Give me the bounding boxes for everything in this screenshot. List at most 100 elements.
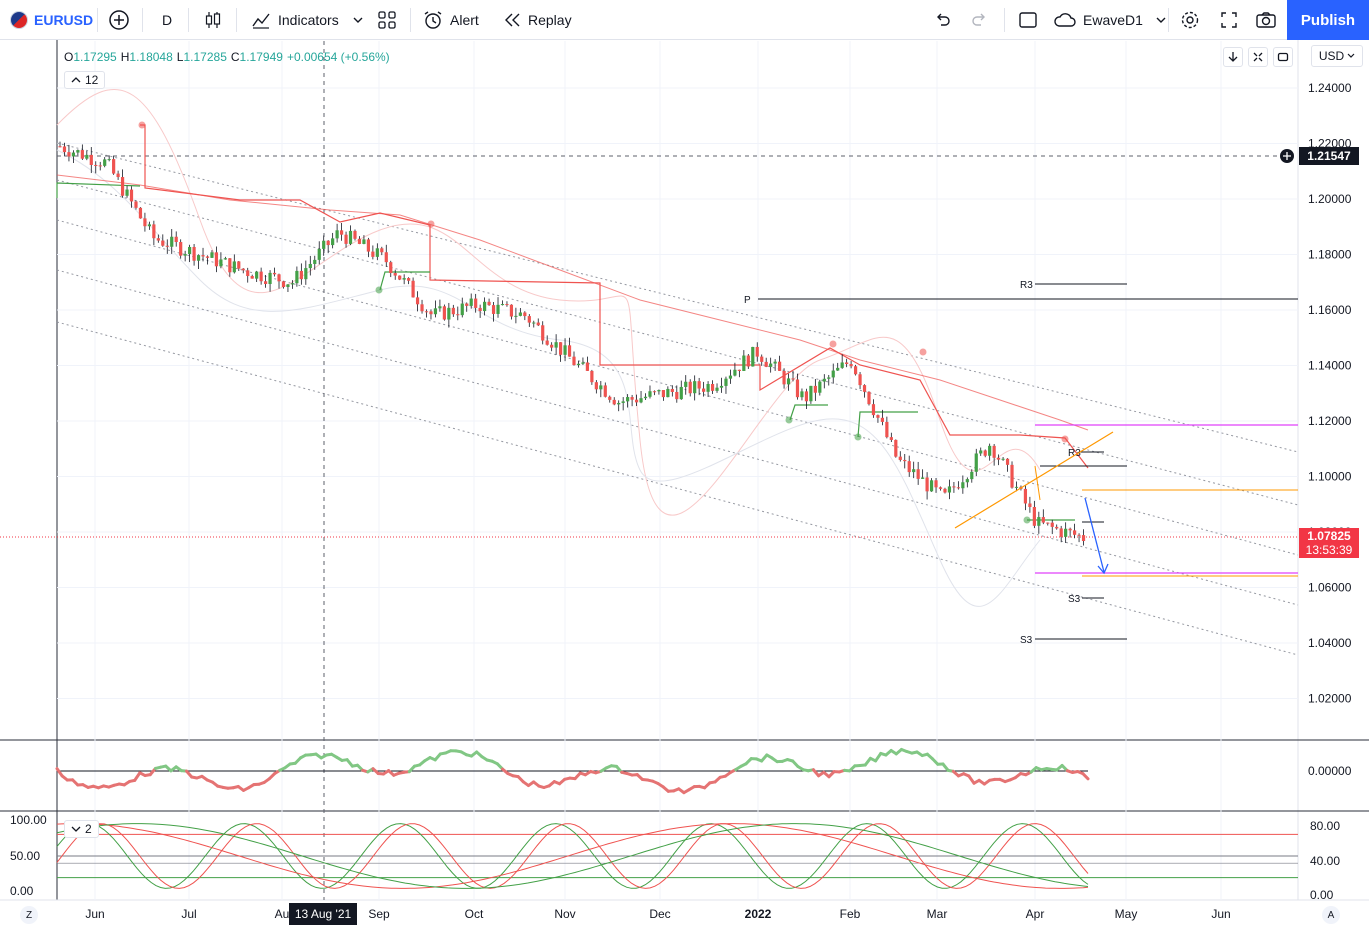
candle-body: [993, 446, 996, 458]
publish-button[interactable]: Publish: [1287, 0, 1369, 40]
candle-body: [148, 224, 151, 226]
candles-icon: [203, 9, 223, 31]
crosshair-price-tag: 1.21547: [1299, 147, 1359, 165]
candle-body: [1042, 517, 1045, 523]
candle-body: [890, 437, 893, 440]
indicators-collapse-button[interactable]: 12: [64, 71, 105, 89]
price-chart[interactable]: 1.240001.220001.200001.180001.160001.140…: [0, 40, 1369, 931]
candle-body: [479, 308, 482, 311]
candle-body: [604, 385, 607, 396]
snapshot-button[interactable]: [1255, 0, 1277, 40]
fullscreen-button[interactable]: [1219, 0, 1239, 40]
candle-body: [188, 247, 191, 254]
candle-body: [255, 272, 258, 279]
candle-body: [228, 258, 231, 272]
time-axis-label: Mar: [927, 907, 948, 921]
candle-body: [184, 254, 187, 256]
pane-collapse-button[interactable]: [1248, 47, 1268, 67]
indicators-dropdown[interactable]: [352, 0, 364, 40]
candle-body: [769, 364, 772, 367]
settings-button[interactable]: [1179, 0, 1201, 40]
candle-body: [979, 450, 982, 453]
candle-body: [537, 323, 540, 326]
candle-body: [519, 312, 522, 315]
candle-body: [720, 386, 723, 388]
candle-body: [304, 268, 307, 279]
candle-body: [67, 152, 70, 156]
indicators-button[interactable]: Indicators: [250, 0, 339, 40]
layout-name-button[interactable]: EwaveD1: [1053, 0, 1167, 40]
top-toolbar: EURUSD D Indicators Alert Replay Ew: [0, 0, 1369, 40]
candle-body: [903, 460, 906, 461]
compare-button[interactable]: [108, 0, 130, 40]
interval-button[interactable]: D: [162, 0, 172, 40]
low-value: 1.17285: [183, 50, 226, 64]
candle-body: [698, 381, 701, 388]
candle-body: [1033, 507, 1036, 526]
alert-button[interactable]: Alert: [422, 0, 479, 40]
candle-body: [443, 306, 446, 319]
candle-body: [496, 305, 499, 314]
candle-body: [662, 390, 665, 397]
camera-icon: [1255, 10, 1277, 30]
candle-body: [286, 284, 289, 287]
candle-body: [863, 385, 866, 392]
price-axis-label: 1.18000: [1308, 248, 1352, 262]
redo-icon: [970, 10, 990, 30]
hidden-indicators-count: 12: [85, 73, 98, 87]
candle-body: [988, 446, 991, 456]
candle-body: [237, 261, 240, 268]
candle-body: [684, 382, 687, 387]
square-icon: [1018, 10, 1038, 30]
candle-body: [505, 304, 508, 305]
candle-body: [805, 391, 808, 401]
candle-body: [966, 479, 969, 482]
currency-select[interactable]: USD: [1311, 45, 1363, 67]
chevron-down-icon: [71, 825, 81, 833]
pane2-collapse-button[interactable]: 2: [64, 820, 99, 838]
candle-body: [139, 208, 142, 219]
candle-body: [1024, 489, 1027, 504]
pivot-label-s3: S3: [1068, 594, 1081, 605]
candle-body: [639, 398, 642, 402]
candle-body: [1064, 529, 1067, 537]
candle-body: [344, 235, 347, 244]
zoom-button[interactable]: Z: [20, 906, 38, 924]
fullscreen-select-button[interactable]: [1018, 0, 1038, 40]
chart-area[interactable]: 1.240001.220001.200001.180001.160001.140…: [0, 40, 1369, 931]
chart-type-button[interactable]: [203, 0, 223, 40]
candle-body: [644, 397, 647, 398]
supertrend-signal-dot: [139, 122, 146, 129]
low-key: L: [177, 50, 184, 64]
candle-body: [747, 356, 750, 367]
pane-maximize-button[interactable]: [1273, 47, 1293, 67]
candle-body: [943, 489, 946, 493]
time-axis-label: Apr: [1026, 907, 1045, 921]
candle-body: [1015, 487, 1018, 488]
candle-body: [434, 308, 437, 314]
candle-body: [595, 382, 598, 389]
replay-label: Replay: [528, 12, 572, 28]
candle-body: [340, 230, 343, 234]
price-axis-label: 1.14000: [1308, 359, 1352, 373]
time-axis-label: Jul: [181, 907, 196, 921]
layout-templates-button[interactable]: [377, 0, 397, 40]
pivot-label-r3: R3: [1068, 448, 1081, 459]
pane-move-down-button[interactable]: [1223, 47, 1243, 67]
candle-body: [76, 150, 79, 153]
candle-body: [568, 345, 571, 356]
separator: [410, 8, 411, 32]
ohlc-legend: O1.17295 H1.18048 L1.17285 C1.17949 +0.0…: [64, 50, 390, 64]
candle-body: [242, 269, 245, 271]
auto-scale-button[interactable]: A: [1322, 906, 1340, 924]
candle-body: [161, 241, 164, 246]
replay-button[interactable]: Replay: [502, 0, 572, 40]
candle-body: [599, 385, 602, 389]
symbol-search[interactable]: EURUSD: [10, 0, 93, 40]
redo-button[interactable]: [970, 0, 990, 40]
candle-body: [577, 364, 580, 365]
undo-button[interactable]: [932, 0, 952, 40]
high-key: H: [121, 50, 130, 64]
candle-body: [474, 299, 477, 308]
candle-body: [461, 304, 464, 316]
